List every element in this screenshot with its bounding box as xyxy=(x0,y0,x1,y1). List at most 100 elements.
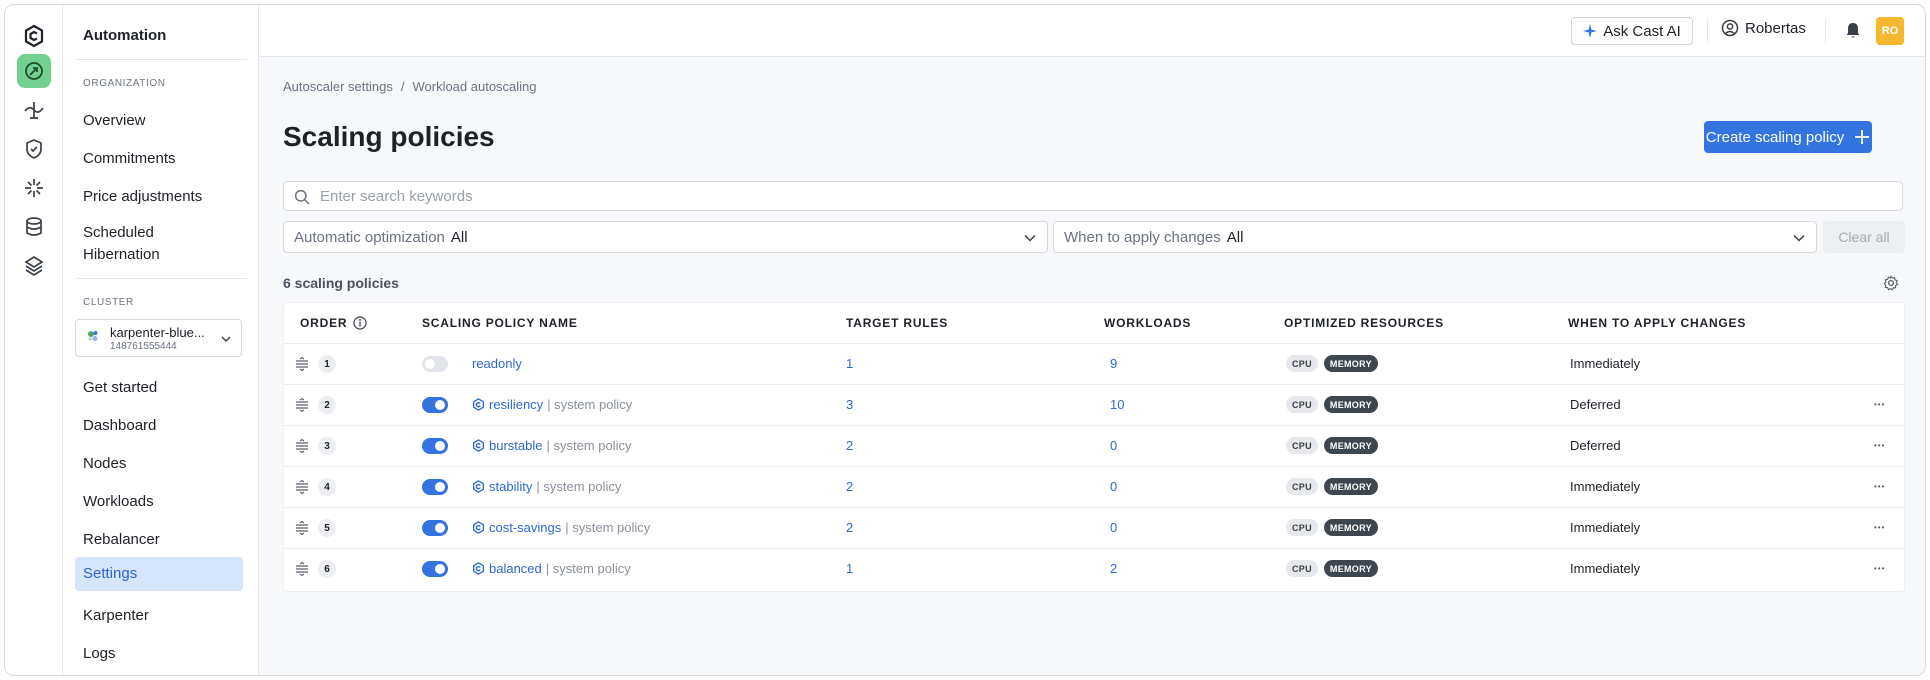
sidebar-item-dashboard[interactable]: Dashboard xyxy=(75,411,243,441)
toggle-knob xyxy=(435,482,445,492)
policy-name-link[interactable]: cost-savings xyxy=(489,520,561,535)
sidebar-item-scheduled-hibernation[interactable]: Scheduled Hibernation xyxy=(75,221,225,267)
drag-handle-icon[interactable] xyxy=(294,480,310,494)
target-rules-link[interactable]: 2 xyxy=(846,479,853,494)
table-row[interactable]: 4 stability | system policy 2 0 CPU MEMORY Imme… xyxy=(284,466,1904,507)
icon-rail xyxy=(5,5,63,675)
policy-name-link[interactable]: resiliency xyxy=(489,397,543,412)
sidebar-item-logs[interactable]: Logs xyxy=(75,639,243,669)
order-badge: 6 xyxy=(318,560,336,578)
when-to-apply-value: Immediately xyxy=(1570,520,1641,535)
header-order[interactable]: ORDER xyxy=(300,316,367,330)
drag-handle-icon[interactable] xyxy=(294,439,310,453)
cluster-selector[interactable]: karpenter-blue... 148761555444 xyxy=(75,319,242,357)
user-menu[interactable]: Robertas xyxy=(1721,19,1806,37)
workloads-link[interactable]: 0 xyxy=(1110,479,1117,494)
drag-handle-icon[interactable] xyxy=(294,562,310,576)
memory-tag: MEMORY xyxy=(1323,437,1378,454)
search-box xyxy=(283,181,1903,211)
breadcrumb-autoscaler-settings[interactable]: Autoscaler settings xyxy=(283,79,393,94)
more-options-icon[interactable]: ••• xyxy=(1874,523,1885,532)
cluster-icon[interactable] xyxy=(17,249,51,283)
when-to-apply-changes-filter[interactable]: When to apply changes All xyxy=(1053,221,1817,253)
sidebar-item-overview[interactable]: Overview xyxy=(75,106,243,136)
table-row[interactable]: 2 resiliency | system policy 3 10 CPU MEMORY De… xyxy=(284,384,1904,425)
clear-all-button[interactable]: Clear all xyxy=(1823,221,1905,253)
automatic-optimization-filter[interactable]: Automatic optimization All xyxy=(283,221,1048,253)
chevron-down-icon xyxy=(1793,234,1805,242)
page-title: Scaling policies xyxy=(283,121,495,152)
more-options-icon[interactable]: ••• xyxy=(1874,482,1885,491)
toggle-knob xyxy=(425,359,435,369)
sidebar-item-nodes[interactable]: Nodes xyxy=(75,449,243,479)
optimized-resources: CPU MEMORY xyxy=(1286,560,1378,577)
policy-enabled-toggle[interactable] xyxy=(422,520,448,536)
workloads-link[interactable]: 0 xyxy=(1110,438,1117,453)
workload-optimization-icon[interactable] xyxy=(17,171,51,205)
table-row[interactable]: 3 burstable | system policy 2 0 CPU MEMORY Defe… xyxy=(284,425,1904,466)
security-icon[interactable] xyxy=(17,132,51,166)
policy-enabled-toggle[interactable] xyxy=(422,561,448,577)
when-to-apply-value: Immediately xyxy=(1570,479,1641,494)
cpu-tag: CPU xyxy=(1286,560,1318,577)
ask-cast-ai-button[interactable]: Ask Cast AI xyxy=(1571,17,1693,45)
cluster-name: karpenter-blue... xyxy=(110,325,205,340)
search-input[interactable] xyxy=(320,186,1820,206)
database-icon[interactable] xyxy=(17,210,51,244)
policy-count: 6 scaling policies xyxy=(283,275,399,291)
sidebar-item-price-adjustments[interactable]: Price adjustments xyxy=(75,182,243,212)
more-options-icon[interactable]: ••• xyxy=(1874,441,1885,450)
sidebar-item-get-started[interactable]: Get started xyxy=(75,373,243,403)
more-options-icon[interactable]: ••• xyxy=(1874,400,1885,409)
cpu-tag: CPU xyxy=(1286,519,1318,536)
sidebar-item-rebalancer[interactable]: Rebalancer xyxy=(75,525,243,555)
policy-enabled-toggle[interactable] xyxy=(422,438,448,454)
workloads-link[interactable]: 0 xyxy=(1110,520,1117,535)
policy-name-link[interactable]: stability xyxy=(489,479,532,494)
cast-logo-icon[interactable] xyxy=(17,19,51,53)
topbar-divider xyxy=(1825,19,1826,43)
toggle-knob xyxy=(435,564,445,574)
sidebar-item-commitments[interactable]: Commitments xyxy=(75,144,243,174)
info-icon[interactable] xyxy=(353,316,367,330)
system-policy-label: | system policy xyxy=(565,520,651,535)
table-row[interactable]: 5 cost-savings | system policy 2 0 CPU MEMORY I… xyxy=(284,507,1904,548)
policy-name-cell: readonly xyxy=(472,356,522,371)
memory-tag: MEMORY xyxy=(1323,396,1378,413)
cost-monitoring-icon[interactable] xyxy=(17,93,51,127)
target-rules-link[interactable]: 2 xyxy=(846,438,853,453)
gear-icon[interactable] xyxy=(1883,275,1899,291)
target-rules-link[interactable]: 3 xyxy=(846,397,853,412)
avatar[interactable]: RO xyxy=(1876,17,1904,45)
target-rules-link[interactable]: 2 xyxy=(846,520,853,535)
drag-handle-icon[interactable] xyxy=(294,521,310,535)
header-when-to-apply-changes: WHEN TO APPLY CHANGES xyxy=(1568,316,1747,330)
table-row[interactable]: 6 balanced | system policy 1 2 CPU MEMORY Immed… xyxy=(284,548,1904,589)
table-row[interactable]: 1 readonly 1 9 CPU MEMORY Immediately xyxy=(284,343,1904,384)
bell-icon[interactable] xyxy=(1844,21,1862,39)
policy-name-link[interactable]: readonly xyxy=(472,356,522,371)
workloads-link[interactable]: 10 xyxy=(1110,397,1124,412)
sidebar-item-settings[interactable]: Settings xyxy=(75,557,243,591)
workloads-link[interactable]: 9 xyxy=(1110,356,1117,371)
policy-enabled-toggle[interactable] xyxy=(422,356,448,372)
sidebar-item-workloads[interactable]: Workloads xyxy=(75,487,243,517)
drag-handle-icon[interactable] xyxy=(294,398,310,412)
drag-handle-icon[interactable] xyxy=(294,357,310,371)
target-rules-link[interactable]: 1 xyxy=(846,356,853,371)
create-scaling-policy-button[interactable]: Create scaling policy xyxy=(1704,121,1872,153)
optimized-resources: CPU MEMORY xyxy=(1286,519,1378,536)
more-options-icon[interactable]: ••• xyxy=(1874,564,1885,573)
cpu-tag: CPU xyxy=(1286,478,1318,495)
workloads-link[interactable]: 2 xyxy=(1110,561,1117,576)
policy-name-link[interactable]: burstable xyxy=(489,438,542,453)
policy-enabled-toggle[interactable] xyxy=(422,397,448,413)
sidebar-divider xyxy=(75,59,247,60)
sidebar-item-karpenter[interactable]: Karpenter xyxy=(75,601,243,631)
cast-system-policy-icon xyxy=(473,398,484,411)
toggle-knob xyxy=(435,523,445,533)
target-rules-link[interactable]: 1 xyxy=(846,561,853,576)
policy-enabled-toggle[interactable] xyxy=(422,479,448,495)
policy-name-link[interactable]: balanced xyxy=(489,561,542,576)
autoscaler-icon[interactable] xyxy=(17,54,51,88)
